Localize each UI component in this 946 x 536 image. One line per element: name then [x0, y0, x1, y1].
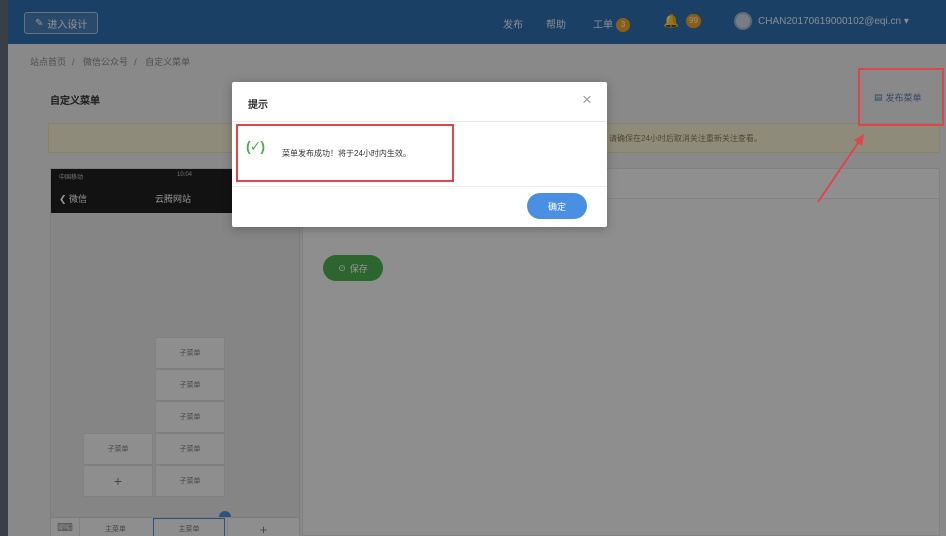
publish-button-highlight	[858, 68, 944, 126]
modal-overlay	[8, 0, 946, 536]
dialog-message: 菜单发布成功！将于24小时内生效。	[282, 149, 411, 158]
check-icon: (✓)	[246, 138, 265, 154]
close-icon[interactable]: ×	[582, 91, 592, 108]
dialog-footer-divider	[232, 186, 607, 187]
left-edge	[0, 0, 8, 536]
success-dialog: 提示 × (✓) 菜单发布成功！将于24小时内生效。 确定	[232, 82, 607, 227]
annotation-arrow-icon	[817, 134, 864, 203]
dialog-title: 提示	[248, 100, 268, 111]
ok-button[interactable]: 确定	[527, 193, 587, 219]
dialog-divider	[232, 121, 607, 122]
